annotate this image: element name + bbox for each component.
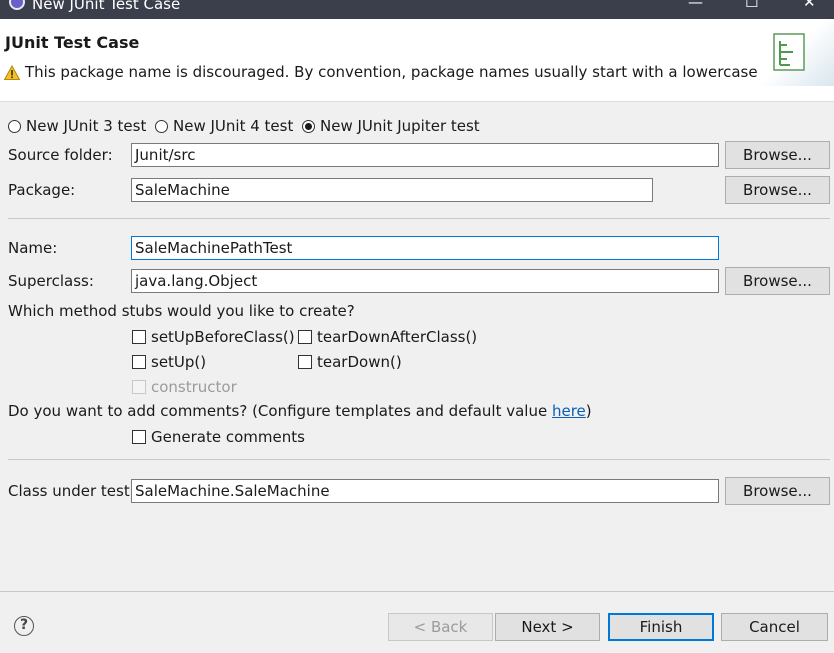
checkbox-generate-comments-box[interactable]	[132, 430, 146, 444]
checkbox-setupbeforeclass-box[interactable]	[132, 330, 146, 344]
class-under-test-browse-button[interactable]: Browse...	[725, 477, 830, 505]
eclipse-icon	[9, 0, 25, 10]
checkbox-teardownafterclass[interactable]: tearDownAfterClass()	[298, 327, 477, 347]
source-folder-input[interactable]: Junit/src	[131, 143, 719, 167]
package-input[interactable]: SaleMachine	[131, 178, 653, 202]
radio-junit-jupiter-indicator[interactable]	[302, 119, 315, 133]
cancel-button[interactable]: Cancel	[721, 613, 828, 641]
help-icon[interactable]: ?	[14, 616, 34, 636]
checkbox-teardownafterclass-label: tearDownAfterClass()	[317, 328, 478, 346]
checkbox-teardown-label: tearDown()	[317, 353, 402, 371]
superclass-label: Superclass:	[8, 272, 94, 290]
name-label: Name:	[8, 239, 58, 257]
checkbox-teardownafterclass-box[interactable]	[298, 330, 312, 344]
package-label: Package:	[8, 181, 76, 199]
checkbox-generate-comments[interactable]: Generate comments	[132, 427, 305, 447]
maximize-button[interactable]: ☐	[745, 0, 758, 10]
name-input[interactable]: SaleMachinePathTest	[131, 236, 719, 260]
checkbox-setupbeforeclass-label: setUpBeforeClass()	[151, 328, 295, 346]
minimize-button[interactable]: —	[688, 0, 703, 10]
radio-junit3[interactable]: New JUnit 3 test	[8, 116, 146, 136]
radio-junit-jupiter-label: New JUnit Jupiter test	[320, 117, 480, 135]
radio-junit4[interactable]: New JUnit 4 test	[155, 116, 293, 136]
warning-icon	[4, 65, 20, 80]
class-under-test-label: Class under test:	[8, 482, 135, 500]
checkbox-teardown[interactable]: tearDown()	[298, 352, 402, 372]
configure-templates-link[interactable]: here	[552, 402, 586, 420]
next-button[interactable]: Next >	[495, 613, 600, 641]
source-folder-label: Source folder:	[8, 146, 113, 164]
page-title: JUnit Test Case	[5, 33, 140, 52]
test-case-banner-icon	[773, 33, 805, 71]
checkbox-setupbeforeclass[interactable]: setUpBeforeClass()	[132, 327, 295, 347]
checkbox-teardown-box[interactable]	[298, 355, 312, 369]
title-bar: New JUnit Test Case — ☐ ✕	[0, 0, 834, 19]
package-browse-button[interactable]: Browse...	[725, 176, 830, 204]
wizard-header: JUnit Test Case This package name is dis…	[0, 19, 834, 102]
comments-question: Do you want to add comments? (Configure …	[8, 402, 592, 420]
radio-junit4-indicator[interactable]	[155, 119, 168, 133]
comments-question-suffix: )	[585, 402, 592, 420]
checkbox-constructor: constructor	[132, 377, 237, 397]
checkbox-generate-comments-label: Generate comments	[151, 428, 305, 446]
radio-junit3-label: New JUnit 3 test	[26, 117, 147, 135]
back-button[interactable]: < Back	[388, 613, 493, 641]
checkbox-constructor-label: constructor	[151, 378, 237, 396]
radio-junit3-indicator[interactable]	[8, 119, 21, 133]
checkbox-constructor-box	[132, 380, 146, 394]
window-title: New JUnit Test Case	[32, 0, 181, 13]
source-folder-browse-button[interactable]: Browse...	[725, 141, 830, 169]
warning-message: This package name is discouraged. By con…	[25, 63, 803, 81]
checkbox-setup-label: setUp()	[151, 353, 207, 371]
class-under-test-input[interactable]: SaleMachine.SaleMachine	[131, 479, 719, 503]
checkbox-setup[interactable]: setUp()	[132, 352, 206, 372]
footer-separator	[0, 591, 834, 592]
stubs-question: Which method stubs would you like to cre…	[8, 302, 355, 320]
radio-junit4-label: New JUnit 4 test	[173, 117, 294, 135]
finish-button[interactable]: Finish	[608, 613, 714, 641]
superclass-input[interactable]: java.lang.Object	[131, 269, 719, 293]
superclass-browse-button[interactable]: Browse...	[725, 267, 830, 295]
comments-question-text: Do you want to add comments? (Configure …	[8, 402, 552, 420]
separator	[8, 459, 830, 460]
checkbox-setup-box[interactable]	[132, 355, 146, 369]
radio-junit-jupiter[interactable]: New JUnit Jupiter test	[302, 116, 480, 136]
separator	[8, 218, 830, 219]
close-button[interactable]: ✕	[803, 0, 816, 10]
